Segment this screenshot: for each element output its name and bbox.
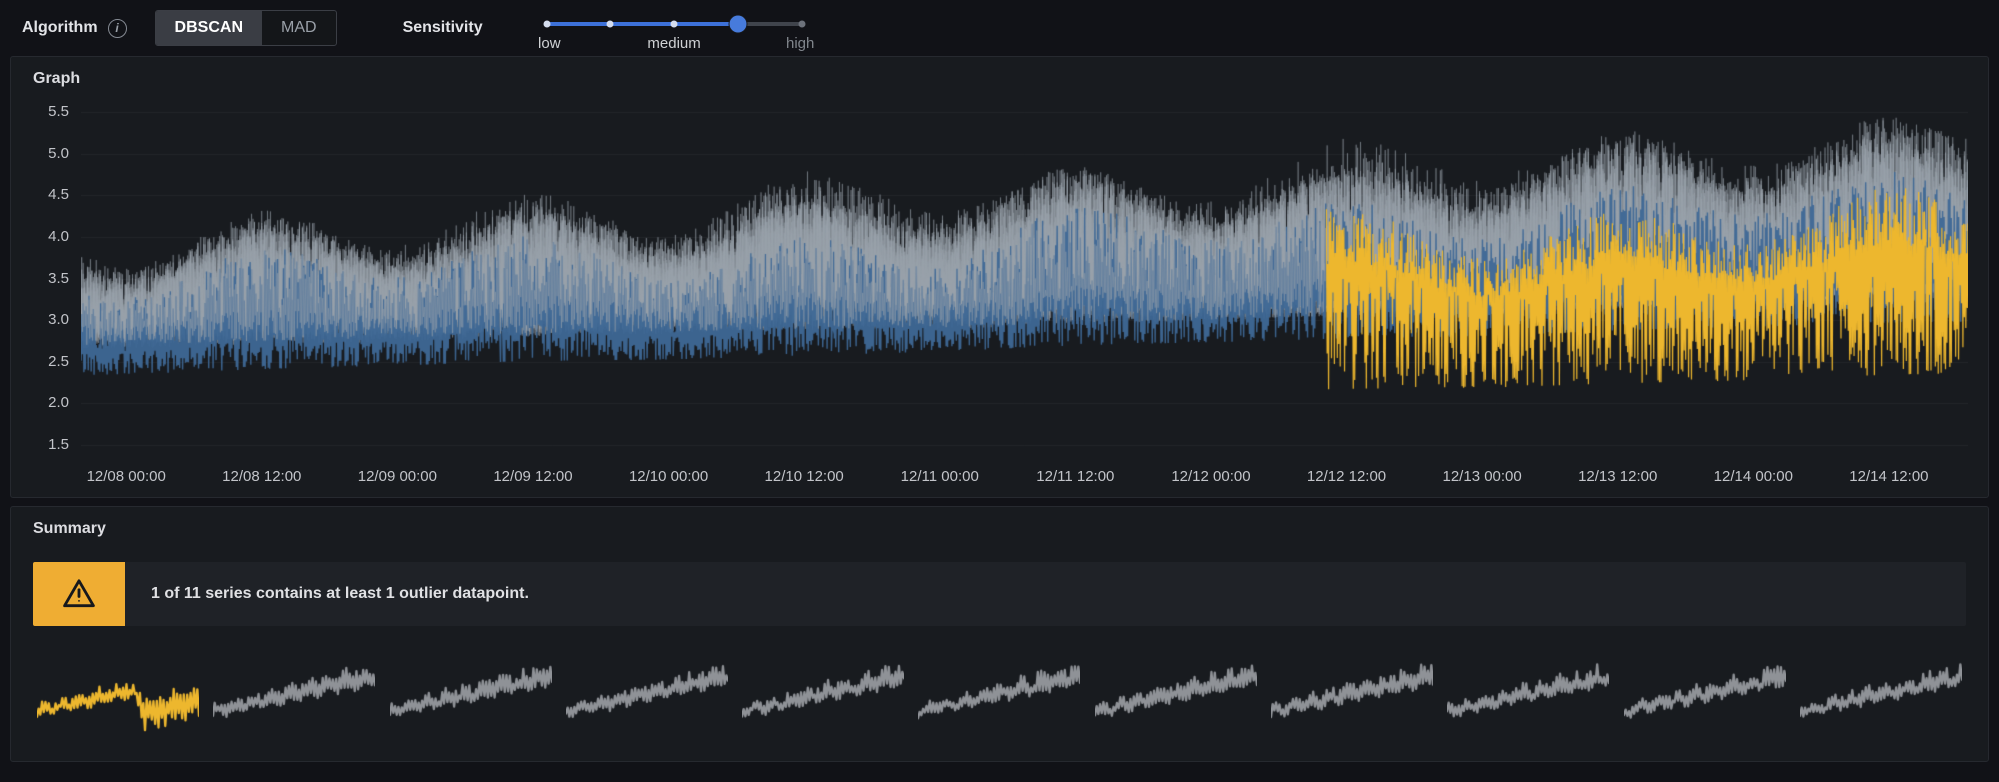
y-tick-label: 5.0 xyxy=(48,145,69,162)
summary-panel: Summary 1 of 11 series contains at least… xyxy=(10,506,1989,762)
toolbar: Algorithm i DBSCAN MAD Sensitivity low m… xyxy=(0,0,1999,56)
sparkline-series-11 xyxy=(1800,656,1962,738)
x-tick-label: 12/08 00:00 xyxy=(87,468,166,485)
algorithm-option-mad[interactable]: MAD xyxy=(262,11,336,45)
x-tick-label: 12/12 00:00 xyxy=(1171,468,1250,485)
sparkline-series-6 xyxy=(918,656,1080,738)
x-tick-label: 12/10 12:00 xyxy=(765,468,844,485)
slider-label-low: low xyxy=(538,35,561,52)
sparkline-series-4 xyxy=(566,656,728,738)
x-tick-label: 12/13 12:00 xyxy=(1578,468,1657,485)
y-tick-label: 2.0 xyxy=(48,394,69,411)
x-tick-label: 12/09 00:00 xyxy=(358,468,437,485)
x-tick-label: 12/13 00:00 xyxy=(1443,468,1522,485)
slider-handle[interactable] xyxy=(729,16,746,33)
x-tick-label: 12/11 00:00 xyxy=(901,468,979,485)
warning-text: 1 of 11 series contains at least 1 outli… xyxy=(151,585,529,603)
x-tick-label: 12/08 12:00 xyxy=(222,468,301,485)
slider-step-dot[interactable] xyxy=(798,21,805,28)
y-tick-label: 3.5 xyxy=(48,270,69,287)
info-icon[interactable]: i xyxy=(108,19,127,38)
y-tick-label: 5.5 xyxy=(48,103,69,120)
app-root: Algorithm i DBSCAN MAD Sensitivity low m… xyxy=(0,0,1999,762)
slider-label-high: high xyxy=(786,35,814,52)
x-tick-label: 12/14 00:00 xyxy=(1714,468,1793,485)
graph-plot xyxy=(81,100,1968,457)
slider-label-medium: medium xyxy=(647,35,700,52)
sparkline-row xyxy=(37,656,1962,738)
y-axis: 5.5 5.0 4.5 4.0 3.5 3.0 2.5 2.0 1.5 xyxy=(19,100,81,457)
y-tick-label: 4.5 xyxy=(48,186,69,203)
sparkline-series-9 xyxy=(1447,656,1609,738)
x-tick-label: 12/14 12:00 xyxy=(1849,468,1928,485)
y-tick-label: 1.5 xyxy=(48,436,69,453)
x-tick-label: 12/11 12:00 xyxy=(1036,468,1114,485)
sparkline-series-5 xyxy=(742,656,904,738)
sparkline-series-2 xyxy=(213,656,375,738)
sparkline-series-7 xyxy=(1095,656,1257,738)
y-tick-label: 2.5 xyxy=(48,353,69,370)
slider-track-fill xyxy=(547,22,738,26)
y-tick-label: 4.0 xyxy=(48,228,69,245)
slider-step-dot[interactable] xyxy=(543,21,550,28)
sensitivity-label: Sensitivity xyxy=(403,19,483,37)
slider-track[interactable] xyxy=(547,22,802,26)
timeseries-canvas[interactable] xyxy=(81,100,1968,457)
warning-icon-box xyxy=(33,562,125,626)
warning-message-bar: 1 of 11 series contains at least 1 outli… xyxy=(125,562,1966,626)
y-tick-label: 3.0 xyxy=(48,311,69,328)
x-tick-label: 12/09 12:00 xyxy=(493,468,572,485)
chart-area: 5.55.04.54.03.53.02.52.01.5 12/08 00:001… xyxy=(11,88,1988,497)
slider-step-dot[interactable] xyxy=(607,21,614,28)
algorithm-option-dbscan[interactable]: DBSCAN xyxy=(156,11,262,45)
x-axis: 12/08 00:00 12/08 12:00 12/09 00:00 12/09 1… xyxy=(81,457,1968,495)
algorithm-label: Algorithm xyxy=(22,19,98,37)
graph-panel: Graph 5.5 5.0 4.5 4.0 3.5 3.0 2.5 2.0 1.5 12/08 … xyxy=(10,56,1989,498)
algorithm-button-group: DBSCAN MAD xyxy=(155,10,337,46)
sparkline-series-10 xyxy=(1624,656,1786,738)
graph-panel-title: Graph xyxy=(11,57,1988,88)
sensitivity-slider[interactable]: low medium high xyxy=(547,9,802,55)
slider-step-dot[interactable] xyxy=(671,21,678,28)
sparkline-series-8 xyxy=(1271,656,1433,738)
sparkline-series-1 xyxy=(37,656,199,738)
outlier-warning: 1 of 11 series contains at least 1 outli… xyxy=(33,562,1966,626)
x-tick-label: 12/10 00:00 xyxy=(629,468,708,485)
x-tick-label: 12/12 12:00 xyxy=(1307,468,1386,485)
summary-panel-title: Summary xyxy=(11,507,1988,538)
sparkline-series-3 xyxy=(390,656,552,738)
warning-icon xyxy=(61,576,97,612)
